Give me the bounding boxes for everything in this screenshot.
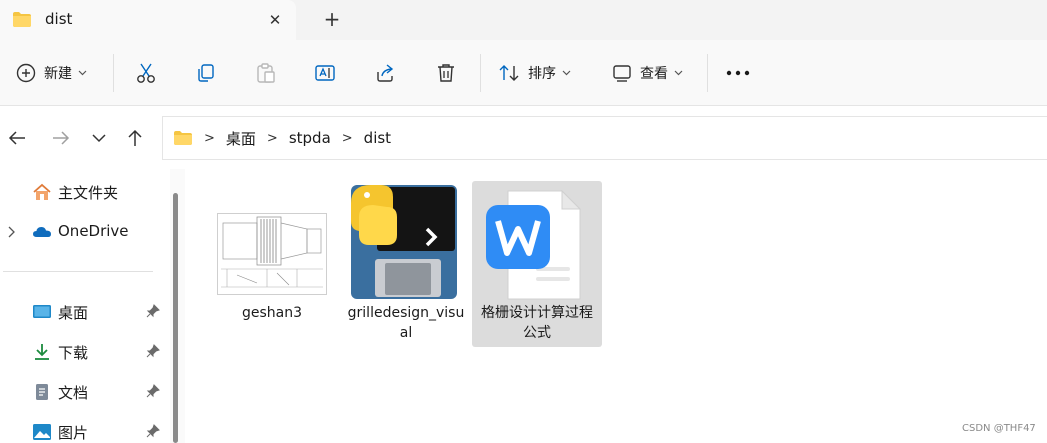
pin-icon[interactable] [146, 304, 160, 318]
arrow-left-icon [8, 131, 25, 145]
file-name: geshan3 [241, 305, 303, 321]
folder-icon [13, 12, 31, 27]
view-icon [613, 65, 631, 82]
cut-button[interactable] [135, 40, 157, 106]
delete-icon [438, 64, 454, 82]
desktop-icon [33, 305, 51, 318]
pictures-icon [33, 424, 51, 440]
chevron-down-icon [674, 70, 683, 76]
address-bar[interactable]: > 桌面 > stpda > dist [162, 116, 1047, 160]
tab-dist[interactable]: dist ✕ [0, 0, 296, 40]
pin-icon[interactable] [146, 384, 160, 398]
sidebar-item-label: 下载 [58, 344, 89, 362]
chevron-right-icon: > [266, 130, 278, 146]
sidebar-item-documents[interactable]: 文档 [0, 376, 170, 408]
new-button[interactable]: 新建 [16, 40, 87, 106]
cut-icon [137, 63, 155, 83]
wps-document-icon [486, 189, 582, 300]
sidebar-scrollbar-thumb[interactable] [173, 193, 178, 443]
file-list: geshan3 grilledesign_visual 格栅设计计算过程公式 [186, 169, 1047, 443]
navigation-row: > 桌面 > stpda > dist [0, 107, 1047, 169]
paste-button[interactable] [255, 40, 277, 106]
view-button-label: 查看 [640, 66, 668, 82]
document-icon [36, 384, 48, 400]
breadcrumb-dist[interactable]: dist [364, 129, 391, 147]
chevron-right-icon [8, 226, 15, 238]
file-item-grilledesign-visual[interactable]: grilledesign_visual [341, 181, 471, 347]
sidebar-item-onedrive[interactable]: OneDrive [0, 216, 170, 248]
back-button[interactable] [3, 124, 31, 152]
recent-locations-button[interactable] [85, 124, 113, 152]
sidebar-item-label: 主文件夹 [58, 184, 119, 202]
folder-icon [174, 131, 192, 145]
file-name: 格栅设计计算过程公式 [481, 305, 593, 341]
up-button[interactable] [121, 124, 149, 152]
tab-title: dist [45, 10, 73, 28]
sort-icon [499, 65, 519, 81]
chevron-down-icon [562, 70, 571, 76]
chevron-down-icon [78, 70, 87, 76]
navigation-pane: 主文件夹 OneDrive 桌面 下载 文档 图片 [0, 169, 185, 443]
rename-button[interactable] [314, 40, 336, 106]
breadcrumb-desktop[interactable]: 桌面 [226, 128, 256, 149]
forward-button[interactable] [47, 124, 75, 152]
add-circle-icon [16, 63, 36, 83]
sidebar-item-label: 文档 [58, 384, 89, 402]
sort-button-label: 排序 [528, 66, 556, 82]
cloud-icon [33, 227, 51, 237]
new-tab-button[interactable]: + [320, 8, 344, 32]
command-bar: 新建 排序 查看 [0, 40, 1047, 106]
copy-button[interactable] [195, 40, 217, 106]
more-options-button[interactable] [726, 40, 750, 106]
close-icon[interactable]: ✕ [264, 9, 286, 31]
pin-icon[interactable] [146, 344, 160, 358]
rename-icon [315, 65, 335, 81]
sidebar-item-home[interactable]: 主文件夹 [0, 176, 170, 208]
sidebar-item-label: 图片 [58, 424, 89, 442]
sidebar-divider [3, 271, 153, 272]
delete-button[interactable] [435, 40, 457, 106]
new-button-label: 新建 [44, 66, 72, 82]
sidebar-item-desktop[interactable]: 桌面 [0, 296, 170, 328]
home-icon [33, 183, 51, 200]
arrow-right-icon [53, 131, 70, 145]
toolbar-separator [480, 54, 481, 92]
view-button[interactable]: 查看 [612, 40, 683, 106]
sidebar-item-downloads[interactable]: 下载 [0, 336, 170, 368]
pin-icon[interactable] [146, 424, 160, 438]
chevron-right-icon: > [341, 130, 353, 146]
sidebar-item-label: 桌面 [58, 304, 89, 322]
arrow-up-icon [128, 129, 142, 146]
toolbar-separator [707, 54, 708, 92]
python-executable-icon [351, 185, 457, 299]
toolbar-separator [113, 54, 114, 92]
chevron-right-icon: > [204, 130, 215, 146]
copy-icon [198, 64, 214, 82]
file-item-grille-design-formula[interactable]: 格栅设计计算过程公式 [472, 181, 602, 347]
share-button[interactable] [374, 40, 396, 106]
share-icon [377, 64, 394, 82]
image-thumbnail-icon [217, 213, 327, 295]
watermark: CSDN @THF47 [962, 423, 1036, 434]
file-item-geshan3[interactable]: geshan3 [207, 181, 337, 347]
sidebar-item-pictures[interactable]: 图片 [0, 416, 170, 443]
download-icon [35, 344, 49, 360]
chevron-down-icon [92, 133, 106, 142]
paste-icon [257, 63, 275, 83]
breadcrumb-stpda[interactable]: stpda [289, 129, 331, 147]
file-name: grilledesign_visual [347, 305, 465, 341]
sidebar-item-label: OneDrive [58, 222, 129, 240]
more-icon [726, 70, 750, 76]
tab-strip: dist ✕ + [0, 0, 1047, 40]
sort-button[interactable]: 排序 [498, 40, 571, 106]
